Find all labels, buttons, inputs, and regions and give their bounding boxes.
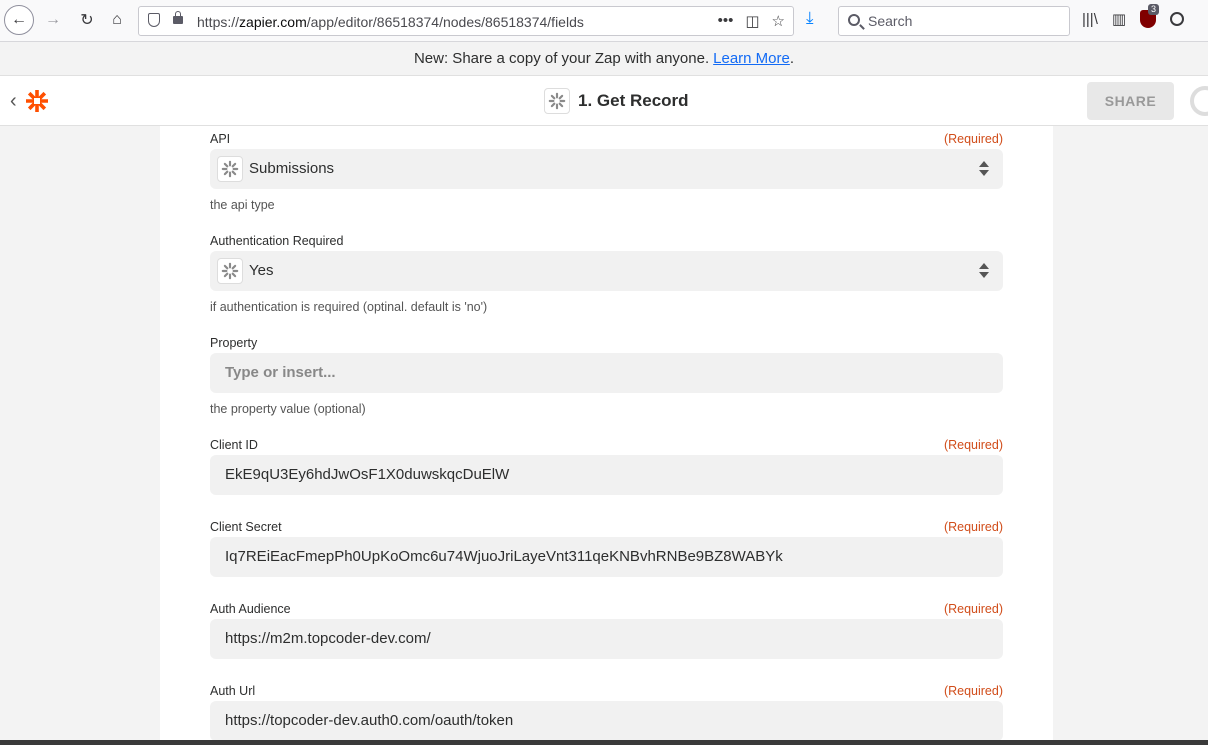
help-text: if authentication is required (optinal. …: [210, 300, 488, 314]
field-client-id: Client ID (Required) EkE9qU3Ey6hdJwOsF1X…: [210, 438, 1003, 495]
lock-icon[interactable]: [173, 11, 183, 24]
account-icon[interactable]: [1170, 12, 1185, 26]
client-secret-input[interactable]: Iq7REiEacFmepPh0UpKoOmc6u74WjuoJriLayeVn…: [210, 537, 1003, 577]
field-api: API (Required) Submissions the api type: [210, 132, 1003, 212]
field-auth-audience: Auth Audience (Required) https://m2m.top…: [210, 602, 1003, 659]
auth-audience-input[interactable]: https://m2m.topcoder-dev.com/: [210, 619, 1003, 659]
field-client-secret: Client Secret (Required) Iq7REiEacFmepPh…: [210, 520, 1003, 577]
banner-suffix: .: [789, 50, 795, 67]
bookmark-star-icon[interactable]: ☆: [772, 12, 785, 30]
auth-required-select[interactable]: Yes: [210, 251, 1003, 291]
status-spinner-icon: [1190, 86, 1208, 116]
field-label: Client ID: [210, 438, 258, 452]
input-value: EkE9qU3Ey6hdJwOsF1X0duwskqcDuElW: [225, 466, 510, 483]
field-label: Auth Audience: [210, 602, 291, 616]
required-badge: (Required): [943, 684, 1003, 698]
required-badge: (Required): [943, 520, 1003, 534]
field-label: API: [210, 132, 231, 146]
field-property: Property Type or insert... the property …: [210, 336, 1003, 416]
required-badge: (Required): [943, 438, 1003, 452]
chevron-left-icon[interactable]: ‹: [10, 90, 17, 113]
share-button[interactable]: SHARE: [1087, 82, 1174, 120]
field-label: Client Secret: [210, 520, 282, 534]
library-icon[interactable]: |||\: [1082, 11, 1098, 28]
announcement-banner: New: Share a copy of your Zap with anyon…: [0, 42, 1208, 76]
gear-icon: [221, 262, 239, 280]
auth-url-input[interactable]: https://topcoder-dev.auth0.com/oauth/tok…: [210, 701, 1003, 741]
field-auth-url: Auth Url (Required) https://topcoder-dev…: [210, 684, 1003, 741]
required-badge: (Required): [943, 602, 1003, 616]
ublock-badge: 3: [1148, 4, 1160, 15]
updown-arrows-icon: [979, 262, 989, 280]
forward-arrow-icon[interactable]: →: [38, 5, 68, 35]
property-input[interactable]: Type or insert...: [210, 353, 1003, 393]
client-id-input[interactable]: EkE9qU3Ey6hdJwOsF1X0duwskqcDuElW: [210, 455, 1003, 495]
select-value: Submissions: [249, 160, 335, 177]
input-value: Iq7REiEacFmepPh0UpKoOmc6u74WjuoJriLayeVn…: [225, 548, 783, 565]
back-arrow-icon[interactable]: ←: [4, 5, 34, 35]
search-icon: [848, 14, 860, 26]
updown-arrows-icon: [979, 160, 989, 178]
gear-icon: [548, 92, 566, 110]
reload-icon[interactable]: ↻: [72, 5, 102, 35]
search-input[interactable]: [868, 13, 1058, 29]
help-text: the property value (optional): [210, 402, 366, 416]
select-value: Yes: [249, 262, 274, 279]
browser-toolbar: ← → ↻ ⌂ https://zapier.com/app/editor/86…: [0, 0, 1208, 42]
api-select[interactable]: Submissions: [210, 149, 1003, 189]
banner-text: New: Share a copy of your Zap with anyon…: [413, 50, 710, 67]
shield-icon[interactable]: [148, 13, 160, 27]
ublock-icon[interactable]: 3: [1140, 4, 1160, 28]
url-text[interactable]: https://zapier.com/app/editor/86518374/n…: [197, 14, 584, 30]
home-icon[interactable]: ⌂: [102, 5, 132, 35]
step-app-icon: [544, 88, 570, 114]
url-bar[interactable]: https://zapier.com/app/editor/86518374/n…: [138, 6, 794, 36]
step-title: 1. Get Record: [578, 91, 689, 110]
field-auth-required: Authentication Required Yes if authentic…: [210, 234, 1003, 314]
download-icon[interactable]: ⤓: [806, 8, 814, 28]
field-label: Auth Url: [210, 684, 256, 698]
editor-header: ‹ 1. Get Record SHARE: [0, 76, 1208, 126]
help-text: the api type: [210, 198, 275, 212]
field-label: Property: [210, 336, 258, 350]
sidebar-icon[interactable]: ▥: [1112, 10, 1126, 28]
search-bar[interactable]: [838, 6, 1070, 36]
page-bottom-edge: [0, 740, 1208, 745]
field-label: Authentication Required: [210, 234, 344, 248]
fields-panel: API (Required) Submissions the api type: [160, 126, 1053, 745]
select-app-icon: [217, 156, 243, 182]
select-app-icon: [217, 258, 243, 284]
gear-icon: [221, 160, 239, 178]
learn-more-link[interactable]: Learn More: [713, 50, 790, 67]
required-badge: (Required): [943, 132, 1003, 146]
page-actions-icon[interactable]: •••: [718, 12, 734, 30]
pocket-icon[interactable]: ◫: [745, 12, 759, 30]
input-value: https://topcoder-dev.auth0.com/oauth/tok…: [225, 712, 514, 729]
input-placeholder: Type or insert...: [225, 364, 336, 381]
zapier-logo-icon[interactable]: [25, 89, 49, 113]
input-value: https://m2m.topcoder-dev.com/: [225, 630, 431, 647]
